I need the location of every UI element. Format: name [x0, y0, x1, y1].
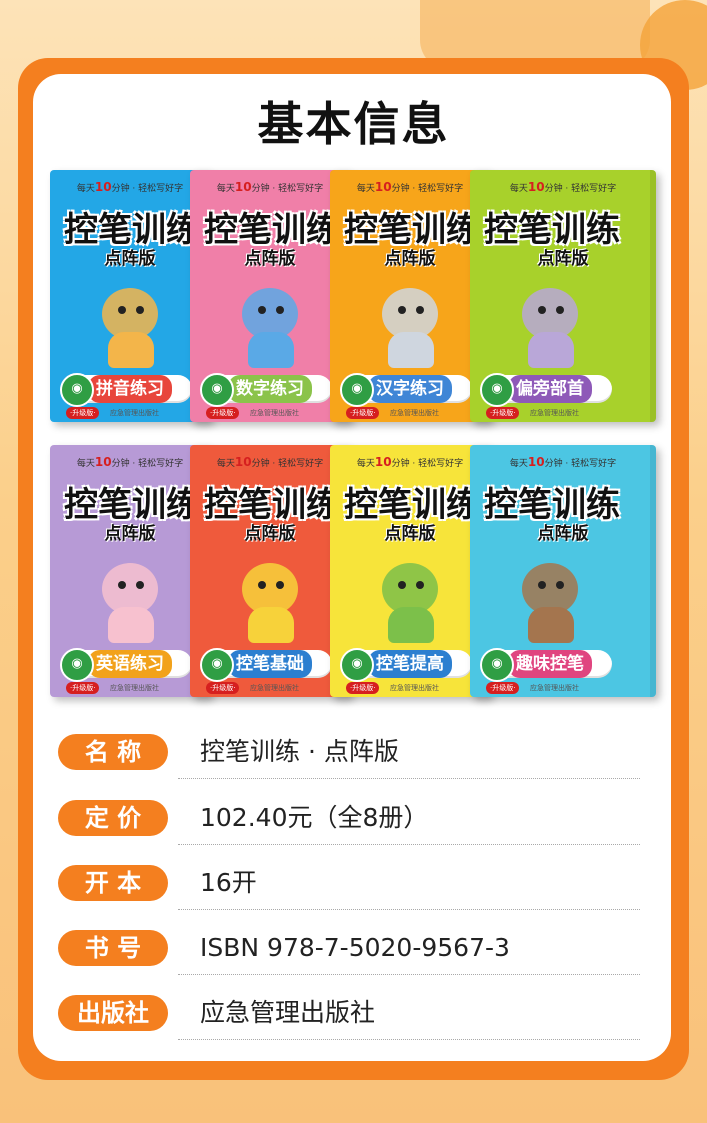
- book-publisher: 应急管理出版社: [110, 409, 159, 417]
- book-edition: 点阵版: [384, 524, 436, 544]
- upgrade-badge: ·升级版·: [206, 682, 240, 694]
- book-cover: 每天10分钟 · 轻松写好字 控笔训练 点阵版 数字练习 ◉ ·升级版· 应急管理出版社: [190, 170, 350, 422]
- book-edition: 点阵版: [244, 249, 296, 269]
- upgrade-badge: ·升级版·: [66, 407, 100, 419]
- book-cover: 每天10分钟 · 轻松写好字 控笔训练 点阵版 控笔基础 ◉ ·升级版· 应急管理出版社: [190, 445, 350, 697]
- book-tagline: 每天10分钟 · 轻松写好字: [356, 455, 464, 469]
- book-cover: 每天10分钟 · 轻松写好字 控笔训练 点阵版 控笔提高 ◉ ·升级版· 应急管理出版社: [330, 445, 490, 697]
- divider: [178, 1039, 640, 1040]
- upgrade-badge: ·升级版·: [206, 407, 240, 419]
- info-key: 定 价: [58, 800, 168, 836]
- book-edition: 点阵版: [104, 524, 156, 544]
- page-title: 基本信息: [257, 97, 450, 151]
- book-publisher: 应急管理出版社: [390, 684, 439, 692]
- cartoon-illustration: [80, 270, 180, 370]
- info-key: 名 称: [58, 734, 168, 770]
- info-row-isbn: 书 号 ISBN 978-7-5020-9567-3: [58, 930, 640, 975]
- info-key: 书 号: [58, 930, 168, 966]
- book-cover: 每天10分钟 · 轻松写好字 控笔训练 点阵版 趣味控笔 ◉ ·升级版· 应急管理出版社: [470, 445, 656, 697]
- upgrade-badge: ·升级版·: [486, 407, 520, 419]
- book-tagline: 每天10分钟 · 轻松写好字: [356, 180, 464, 194]
- info-value: 16开: [200, 868, 257, 897]
- info-key: 开 本: [58, 865, 168, 901]
- book-publisher: 应急管理出版社: [250, 409, 299, 417]
- info-value: 应急管理出版社: [200, 998, 376, 1027]
- info-value: ISBN 978-7-5020-9567-3: [200, 933, 510, 962]
- cartoon-illustration: [360, 545, 460, 645]
- divider: [178, 974, 640, 975]
- eye-icon: ◉: [340, 648, 374, 682]
- eye-icon: ◉: [480, 648, 514, 682]
- eye-icon: ◉: [200, 373, 234, 407]
- eye-icon: ◉: [60, 648, 94, 682]
- upgrade-badge: ·升级版·: [346, 682, 380, 694]
- book-publisher: 应急管理出版社: [250, 684, 299, 692]
- book-publisher: 应急管理出版社: [110, 684, 159, 692]
- book-edition: 点阵版: [384, 249, 436, 269]
- upgrade-badge: ·升级版·: [66, 682, 100, 694]
- info-row-name: 名 称 控笔训练 · 点阵版: [58, 734, 640, 779]
- book-edition: 点阵版: [537, 249, 589, 269]
- book-cover: 每天10分钟 · 轻松写好字 控笔训练 点阵版 英语练习 ◉ ·升级版· 应急管理出版社: [50, 445, 210, 697]
- divider: [178, 909, 640, 910]
- info-value: 102.40元（全8册）: [200, 803, 429, 832]
- cartoon-illustration: [360, 270, 460, 370]
- eye-icon: ◉: [480, 373, 514, 407]
- book-publisher: 应急管理出版社: [530, 409, 579, 417]
- book-edition: 点阵版: [104, 249, 156, 269]
- upgrade-badge: ·升级版·: [346, 407, 380, 419]
- upgrade-badge: ·升级版·: [486, 682, 520, 694]
- cartoon-illustration: [220, 270, 320, 370]
- cartoon-illustration: [80, 545, 180, 645]
- info-row-format: 开 本 16开: [58, 865, 640, 910]
- info-row-price: 定 价 102.40元（全8册）: [58, 800, 640, 845]
- book-tagline: 每天10分钟 · 轻松写好字: [76, 455, 184, 469]
- divider: [178, 844, 640, 845]
- divider: [178, 778, 640, 779]
- info-value: 控笔训练 · 点阵版: [200, 737, 399, 766]
- book-cover: 每天10分钟 · 轻松写好字 控笔训练 点阵版 拼音练习 ◉ ·升级版· 应急管理出版社: [50, 170, 210, 422]
- eye-icon: ◉: [340, 373, 374, 407]
- cartoon-illustration: [500, 545, 600, 645]
- book-edition: 点阵版: [244, 524, 296, 544]
- book-cover: 每天10分钟 · 轻松写好字 控笔训练 点阵版 偏旁部首 ◉ ·升级版· 应急管理出版社: [470, 170, 656, 422]
- eye-icon: ◉: [200, 648, 234, 682]
- cartoon-illustration: [220, 545, 320, 645]
- book-tagline: 每天10分钟 · 轻松写好字: [509, 455, 617, 469]
- book-tagline: 每天10分钟 · 轻松写好字: [76, 180, 184, 194]
- book-tagline: 每天10分钟 · 轻松写好字: [509, 180, 617, 194]
- eye-icon: ◉: [60, 373, 94, 407]
- book-tagline: 每天10分钟 · 轻松写好字: [216, 180, 324, 194]
- cartoon-illustration: [500, 270, 600, 370]
- book-publisher: 应急管理出版社: [390, 409, 439, 417]
- info-key: 出版社: [58, 995, 168, 1031]
- info-row-publisher: 出版社 应急管理出版社: [58, 995, 640, 1040]
- book-tagline: 每天10分钟 · 轻松写好字: [216, 455, 324, 469]
- book-publisher: 应急管理出版社: [530, 684, 579, 692]
- book-cover: 每天10分钟 · 轻松写好字 控笔训练 点阵版 汉字练习 ◉ ·升级版· 应急管理出版社: [330, 170, 490, 422]
- book-edition: 点阵版: [537, 524, 589, 544]
